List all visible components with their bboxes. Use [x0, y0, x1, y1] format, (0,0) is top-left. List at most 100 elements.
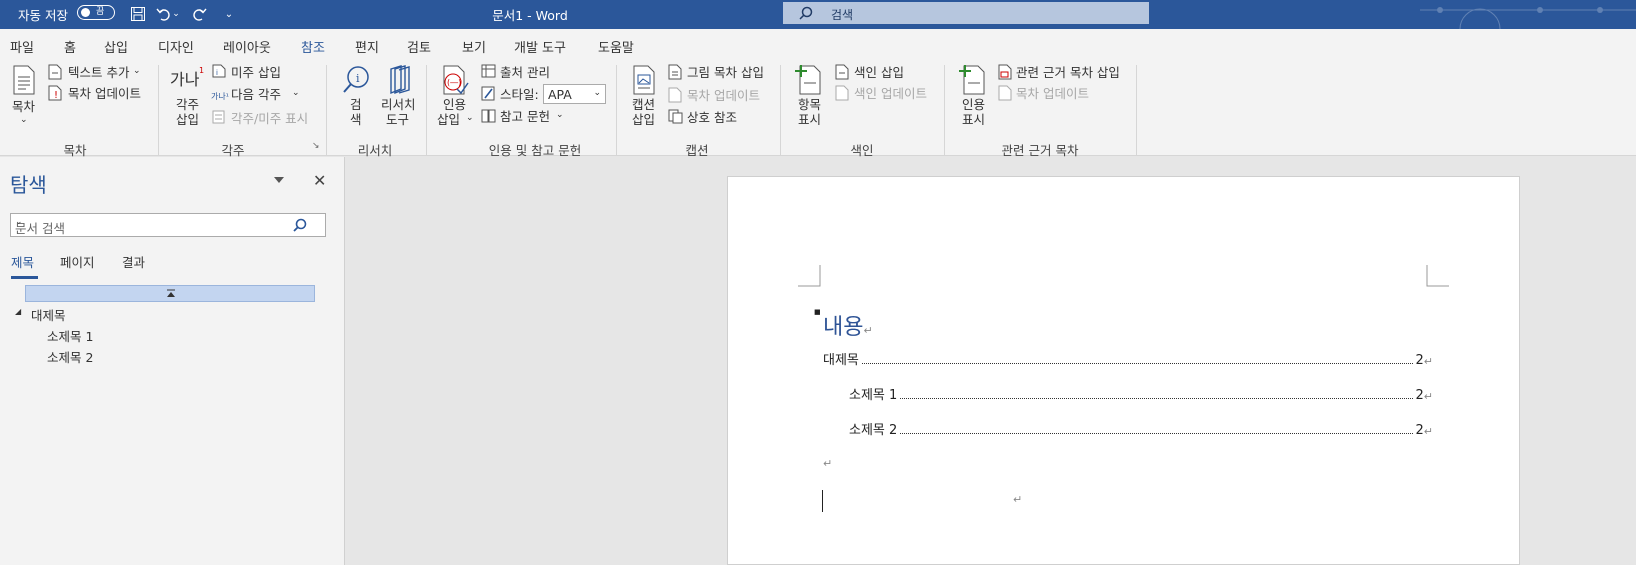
tab-help[interactable]: 도움말: [598, 37, 634, 56]
nav-subheading-2[interactable]: 소제목 2: [47, 347, 93, 366]
mark-citation-icon: [959, 65, 985, 95]
insert-citation-icon: (―): [443, 65, 469, 95]
collapse-all-bar[interactable]: [25, 285, 315, 302]
nav-subheading-1[interactable]: 소제목 1: [47, 326, 93, 345]
insert-caption-line1[interactable]: 캡션: [632, 97, 655, 112]
tab-review[interactable]: 검토: [407, 37, 431, 56]
search-options-chevron-icon[interactable]: ⌄: [15, 217, 321, 227]
redo-icon[interactable]: [187, 3, 211, 25]
insert-authorities-button[interactable]: 관련 근거 목차 삽입: [1016, 65, 1120, 80]
save-icon[interactable]: [126, 3, 150, 25]
update-authorities-icon: [998, 85, 1012, 101]
bibliography-dropdown-icon[interactable]: ⌄: [556, 108, 564, 123]
search-button-line1[interactable]: 검: [350, 97, 362, 112]
bibliography-button[interactable]: 참고 문헌: [500, 109, 550, 124]
show-notes-button[interactable]: 각주/미주 표시: [231, 111, 308, 126]
researcher-button-line1[interactable]: 리서치: [381, 97, 416, 112]
ribbon: 목차 ⌄ 텍스트 추가 ⌄ ! 목차 업데이트 목차 가나 1 각주 삽입 i …: [0, 59, 1636, 158]
title-decoration: [1420, 7, 1636, 29]
mark-entry-line1[interactable]: 항목: [798, 97, 821, 112]
toc-entry[interactable]: 대제목 2 ↵: [823, 349, 1433, 368]
tab-mailings[interactable]: 편지: [355, 37, 379, 56]
close-icon[interactable]: ✕: [313, 171, 326, 190]
table-of-figures-button[interactable]: 그림 목차 삽입: [687, 65, 764, 80]
insert-caption-line2[interactable]: 삽입: [632, 112, 655, 127]
insert-endnote-button[interactable]: 미주 삽입: [231, 65, 281, 80]
toc-entry[interactable]: 소제목 1 2 ↵: [849, 384, 1433, 403]
text-cursor: [822, 490, 823, 512]
style-select[interactable]: APA ⌄: [543, 84, 606, 104]
update-toc-button[interactable]: 목차 업데이트: [68, 86, 141, 101]
update-figures-icon: [668, 87, 682, 103]
separator: [944, 65, 945, 155]
separator: [326, 65, 327, 155]
footnote-superscript-icon: 1: [199, 66, 205, 75]
tab-file[interactable]: 파일: [10, 37, 34, 56]
next-footnote-dropdown-icon[interactable]: ⌄: [292, 86, 300, 101]
navigation-pane: 탐색 ✕ 문서 검색 ⌄ 제목 페이지 결과 ◢ 대제목 소제목 1 소제목 2: [0, 157, 345, 565]
researcher-button-line2[interactable]: 도구: [386, 112, 409, 127]
title-search-box[interactable]: 검색: [783, 2, 1149, 24]
document-search-input[interactable]: 문서 검색 ⌄: [10, 213, 326, 237]
svg-text:!: !: [54, 90, 58, 101]
nav-tab-results[interactable]: 결과: [122, 252, 145, 271]
tab-layout[interactable]: 레이아웃: [223, 37, 271, 56]
tab-home[interactable]: 홈: [64, 37, 76, 56]
svg-text:i: i: [216, 69, 218, 77]
tab-developer[interactable]: 개발 도구: [514, 37, 566, 56]
separator: [426, 65, 427, 155]
add-text-icon: [48, 64, 62, 80]
mark-citation-line1[interactable]: 인용: [962, 97, 985, 112]
insert-caption-icon: [633, 65, 655, 95]
search-button-line2[interactable]: 색: [350, 112, 362, 127]
add-text-button[interactable]: 텍스트 추가: [68, 65, 129, 80]
toc-button[interactable]: 목차: [12, 99, 35, 114]
next-footnote-button[interactable]: 다음 각주: [231, 87, 281, 102]
insert-index-button[interactable]: 색인 삽입: [854, 65, 904, 80]
insert-footnote-line1[interactable]: 각주: [176, 97, 199, 112]
update-authorities-button[interactable]: 목차 업데이트: [1016, 86, 1089, 101]
separator: [616, 65, 617, 155]
mark-entry-icon: [795, 65, 821, 95]
document-page[interactable]: ■ 내용↵ 대제목 2 ↵ 소제목 1 2 ↵ 소제목 2 2 ↵ ↵ ↵: [727, 176, 1520, 565]
update-index-icon: [835, 85, 849, 101]
document-title: 문서1 - Word: [492, 8, 568, 23]
title-bar: 자동 저장 끔 ⌄ ⌄ 문서1 - Word 검색: [0, 0, 1636, 29]
insert-footnote-icon: 가나: [170, 70, 200, 89]
autosave-toggle[interactable]: 끔: [77, 5, 115, 20]
insert-citation-dropdown-icon[interactable]: ⌄: [466, 111, 474, 126]
manage-sources-icon: [481, 64, 496, 78]
researcher-icon: [390, 65, 410, 95]
separator: [1136, 65, 1137, 155]
search-research-icon: i: [343, 66, 369, 93]
update-figures-button[interactable]: 목차 업데이트: [687, 88, 760, 103]
footnote-settings-launcher-icon[interactable]: ↘: [312, 139, 320, 154]
insert-citation-line1[interactable]: 인용: [443, 97, 466, 112]
add-text-dropdown-icon[interactable]: ⌄: [133, 64, 141, 79]
mark-citation-line2[interactable]: 표시: [962, 112, 985, 127]
nav-tab-headings[interactable]: 제목: [11, 252, 39, 279]
tab-view[interactable]: 보기: [462, 37, 486, 56]
toc-entry[interactable]: 소제목 2 2 ↵: [849, 419, 1433, 438]
autosave-state: 끔: [96, 7, 105, 17]
insert-citation-line2[interactable]: 삽입: [437, 112, 460, 127]
tab-design[interactable]: 디자인: [158, 37, 194, 56]
cross-reference-button[interactable]: 상호 참조: [687, 110, 737, 125]
undo-dropdown-icon[interactable]: ⌄: [170, 3, 182, 25]
tab-insert[interactable]: 삽입: [104, 37, 128, 56]
nav-tab-pages[interactable]: 페이지: [60, 252, 95, 271]
update-index-button[interactable]: 색인 업데이트: [854, 86, 927, 101]
margin-corner-top-right: [1426, 265, 1449, 287]
customize-qat-icon[interactable]: ⌄: [222, 3, 236, 25]
insert-footnote-line2[interactable]: 삽입: [176, 112, 199, 127]
insert-endnote-icon: i: [212, 64, 226, 78]
style-select-value: APA: [548, 87, 572, 102]
manage-sources-button[interactable]: 출처 관리: [500, 65, 550, 80]
nav-title: 탐색: [10, 173, 47, 197]
mark-entry-line2[interactable]: 표시: [798, 112, 821, 127]
nav-options-dropdown-icon[interactable]: [274, 177, 284, 183]
toc-dropdown-icon[interactable]: ⌄: [20, 113, 28, 128]
expand-triangle-icon[interactable]: ◢: [15, 307, 21, 316]
nav-heading-1[interactable]: 대제목: [31, 305, 66, 324]
tab-references[interactable]: 참조: [301, 37, 325, 62]
